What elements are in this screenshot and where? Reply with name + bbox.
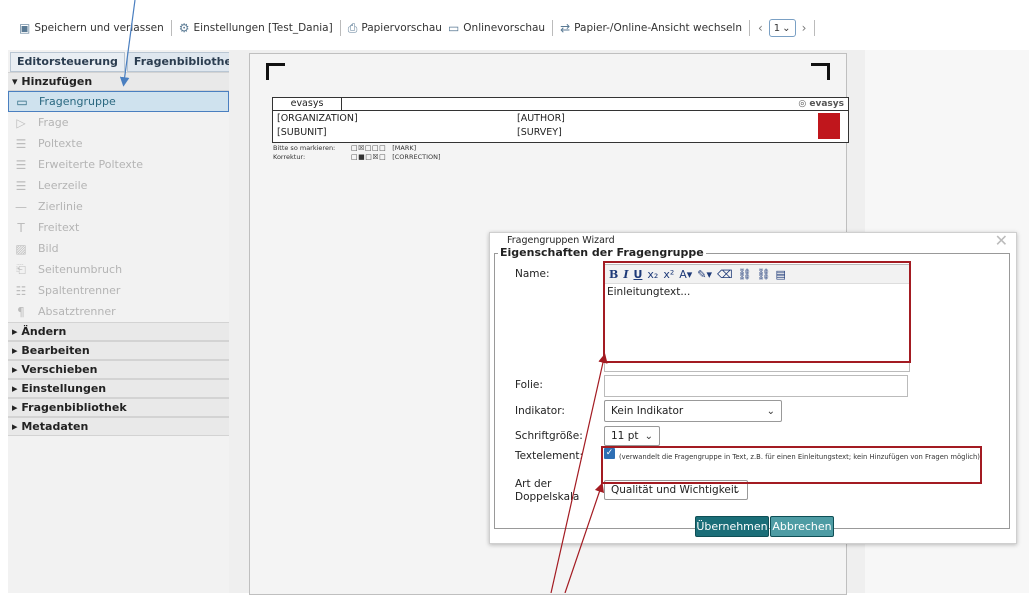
corner-mark-top-right (811, 63, 830, 80)
settings-button[interactable]: ⚙ Einstellungen [Test_Dania] (176, 21, 336, 35)
mark-boxes: □☒□□□ (351, 144, 387, 152)
lines-icon: ☰ (15, 157, 27, 172)
online-preview-button[interactable]: ▭ Onlinevorschau (445, 21, 548, 35)
speech-icon: ▷ (16, 115, 26, 130)
survey-placeholder: [SURVEY] (517, 127, 562, 138)
sidebar-tabs: Editorsteuerung Fragenbibliothek (8, 50, 247, 72)
page-break-icon: ⎗ (16, 262, 26, 276)
scale-type-label-line2: Doppelskala (515, 491, 580, 503)
save-and-exit-button[interactable]: ▣ Speichern und verlassen (16, 21, 167, 35)
toolbar-divider (170, 20, 172, 36)
gear-icon: ⚙ (178, 21, 190, 35)
caret-right-icon: ▸ (12, 344, 22, 357)
cancel-button[interactable]: Abbrechen (770, 516, 834, 537)
brand-cell: evasys (273, 98, 342, 110)
fieldset-legend: Eigenschaften der Fragengruppe (498, 246, 706, 259)
sidebar-item-fragengruppe[interactable]: ▭ Fragengruppe (8, 91, 229, 112)
caret-right-icon: ▸ (12, 363, 22, 376)
section-fragenbibliothek[interactable]: ▸ Fragenbibliothek (8, 398, 229, 417)
caret-right-icon: ▸ (12, 382, 22, 395)
close-icon[interactable]: ✕ (995, 231, 1008, 250)
correction-boxes: □■□☒□ (351, 153, 387, 161)
section-metadaten[interactable]: ▸ Metadaten (8, 417, 229, 436)
pilcrow-icon: ¶ (17, 304, 25, 319)
monitor-icon: ▭ (447, 21, 460, 35)
sidebar-item-freitext[interactable]: T Freitext (8, 217, 229, 238)
sidebar-item-absatztrenner[interactable]: ¶ Absatztrenner (8, 301, 229, 322)
text-element-label: Textelement: (515, 450, 584, 462)
folie-label: Folie: (515, 379, 543, 391)
corner-mark-top-left (266, 63, 285, 80)
text-icon: T (17, 220, 25, 235)
toolbar-divider (339, 20, 341, 36)
toolbar: ▣ Speichern und verlassen ⚙ Einstellunge… (0, 14, 1029, 42)
pdf-icon: ⎙ (347, 20, 358, 35)
evasys-logo: ◎ evasys (798, 99, 844, 109)
sidebar-item-frage[interactable]: ▷ Frage (8, 112, 229, 133)
caret-right-icon: ▸ (12, 401, 22, 414)
next-page-icon[interactable]: › (798, 21, 811, 35)
editor-highlight-box (603, 261, 911, 363)
font-size-label: Schriftgröße: (515, 430, 583, 442)
chevron-down-icon: ⌄ (644, 430, 653, 442)
organization-placeholder: [ORGANIZATION] (277, 113, 358, 124)
author-placeholder: [AUTHOR] (517, 113, 565, 124)
swap-icon: ⇄ (560, 21, 571, 35)
apply-button[interactable]: Übernehmen (695, 516, 769, 537)
folder-icon: ▭ (16, 94, 28, 109)
subunit-placeholder: [SUBUNIT] (277, 127, 327, 138)
save-icon: ▣ (19, 21, 31, 35)
mark-instructions: Bitte so markieren: □☒□□□ [MARK] (273, 144, 417, 152)
header-body: [ORGANIZATION] [AUTHOR] [SUBUNIT] [SURVE… (273, 111, 848, 142)
correction-instructions: Korrektur: □■□☒□ [CORRECTION] (273, 153, 441, 161)
sidebar-item-zierlinie[interactable]: — Zierlinie (8, 196, 229, 217)
sidebar-item-bild[interactable]: ▨ Bild (8, 238, 229, 259)
caret-right-icon: ▸ (12, 325, 22, 338)
font-size-select[interactable]: 11 pt ⌄ (604, 426, 660, 446)
indikator-select[interactable]: Kein Indikator ⌄ (604, 400, 782, 422)
columns-icon: ☷ (15, 283, 27, 298)
fragengruppen-wizard-dialog: Fragengruppen Wizard ✕ Eigenschaften der… (489, 231, 1017, 544)
section-bearbeiten[interactable]: ▸ Bearbeiten (8, 341, 229, 360)
tab-editorsteuerung[interactable]: Editorsteuerung (10, 52, 125, 72)
page-select[interactable]: 1 ⌄ (768, 19, 796, 37)
toolbar-divider (814, 20, 816, 36)
dialog-title: Fragengruppen Wizard (507, 235, 615, 246)
university-logo (818, 113, 840, 139)
page-header-box[interactable]: evasys ◎ evasys [ORGANIZATION] [AUTHOR] … (272, 97, 849, 143)
text-element-highlight-box (601, 446, 982, 484)
caret-down-icon: ▾ (12, 75, 22, 88)
toolbar-divider (552, 20, 554, 36)
sidebar-item-leerzeile[interactable]: ☰ Leerzeile (8, 175, 229, 196)
sidebar-item-spaltentrenner[interactable]: ☷ Spaltentrenner (8, 280, 229, 301)
sidebar-item-erweiterte-poltexte[interactable]: ☰ Erweiterte Poltexte (8, 154, 229, 175)
editor-sidebar: Editorsteuerung Fragenbibliothek ▾ Hinzu… (8, 50, 247, 593)
toolbar-divider (748, 20, 750, 36)
chevron-down-icon: ⌄ (766, 405, 775, 417)
sidebar-item-poltexte[interactable]: ☰ Poltexte (8, 133, 229, 154)
lines-icon: ☰ (15, 136, 27, 151)
section-einstellungen[interactable]: ▸ Einstellungen (8, 379, 229, 398)
image-icon: ▨ (15, 241, 27, 256)
scale-type-label-line1: Art der (515, 478, 552, 490)
chevron-down-icon: ⌄ (732, 484, 741, 496)
line-icon: — (15, 199, 27, 214)
name-label: Name: (515, 268, 550, 280)
previous-page-icon[interactable]: ‹ (754, 21, 767, 35)
empty-line-icon: ☰ (15, 178, 27, 193)
folie-textarea[interactable] (604, 375, 908, 397)
section-verschieben[interactable]: ▸ Verschieben (8, 360, 229, 379)
section-aendern[interactable]: ▸ Ändern (8, 322, 229, 341)
indikator-label: Indikator: (515, 405, 565, 417)
sidebar-item-seitenumbruch[interactable]: ⎗ Seitenumbruch (8, 259, 229, 280)
caret-right-icon: ▸ (12, 420, 22, 433)
header-brand-row: evasys ◎ evasys (273, 98, 848, 111)
section-hinzufuegen[interactable]: ▾ Hinzufügen (8, 72, 229, 91)
switch-view-button[interactable]: ⇄ Papier-/Online-Ansicht wechseln (557, 21, 745, 35)
paper-preview-button[interactable]: ⎙ Papiervorschau (345, 21, 445, 36)
chevron-down-icon: ⌄ (782, 22, 791, 34)
